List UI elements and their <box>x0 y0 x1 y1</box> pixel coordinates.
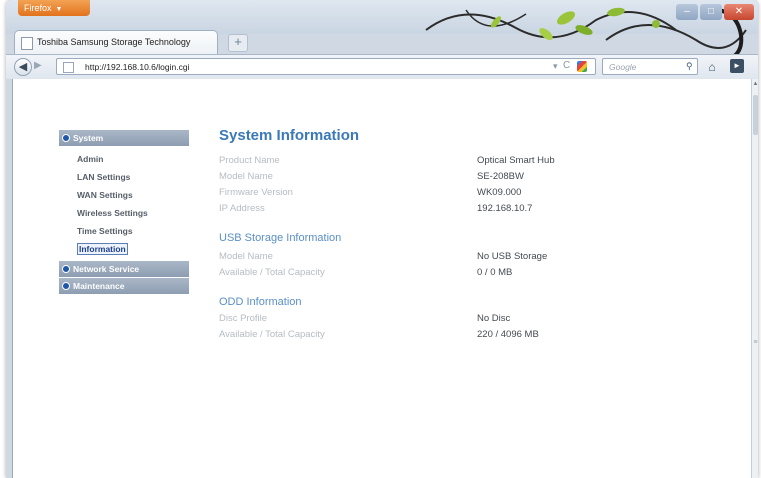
info-label: Product Name <box>219 155 280 166</box>
bullet-icon <box>62 282 70 290</box>
info-row-model-name: Model Name SE-208BW <box>219 169 739 185</box>
odd-row-capacity: Available / Total Capacity 220 / 4096 MB <box>219 327 739 343</box>
search-icon[interactable]: ⚲ <box>686 61 693 72</box>
usb-row-capacity: Available / Total Capacity 0 / 0 MB <box>219 265 739 281</box>
info-row-product-name: Product Name Optical Smart Hub <box>219 153 739 169</box>
firefox-menu-label: Firefox <box>24 3 52 13</box>
forward-button[interactable]: ▶ <box>34 60 42 71</box>
vertical-scrollbar[interactable]: ▲ ≡ <box>751 79 758 478</box>
bullet-icon <box>62 134 70 142</box>
sidebar-item-time-settings[interactable]: Time Settings <box>59 222 189 240</box>
search-bar[interactable]: Google ⚲ <box>602 58 698 75</box>
sidebar-item-lan-settings[interactable]: LAN Settings <box>59 168 189 186</box>
info-label: Model Name <box>219 251 273 262</box>
search-placeholder: Google <box>609 62 637 72</box>
main-panel: System Information Product Name Optical … <box>219 125 739 343</box>
section-label: Maintenance <box>73 281 125 291</box>
info-label: Available / Total Capacity <box>219 329 325 340</box>
info-value: SE-208BW <box>477 171 524 182</box>
search-engine-icon[interactable] <box>577 61 587 72</box>
back-button[interactable]: ◀ <box>14 58 32 76</box>
info-value: WK09.000 <box>477 187 522 198</box>
bullet-icon <box>62 265 70 273</box>
new-tab-button[interactable]: + <box>228 34 248 52</box>
scroll-grip-icon: ≡ <box>753 339 758 346</box>
url-text[interactable]: http://192.168.10.6/login.cgi <box>85 62 189 72</box>
scroll-up-arrow-icon[interactable]: ▲ <box>752 81 758 87</box>
tab-title: Toshiba Samsung Storage Technology <box>37 37 191 47</box>
bottom-fade <box>13 409 751 478</box>
info-value: No Disc <box>477 313 511 324</box>
close-button[interactable]: ✕ <box>724 4 754 20</box>
info-value: 220 / 4096 MB <box>477 329 539 340</box>
addon-icon[interactable]: ► <box>730 59 744 73</box>
section-label: System <box>73 133 104 143</box>
page-title: System Information <box>219 127 360 144</box>
odd-section-title: ODD Information <box>219 296 302 308</box>
info-label: Firmware Version <box>219 187 293 198</box>
sidebar-item-wan-settings[interactable]: WAN Settings <box>59 186 189 204</box>
reload-icon[interactable]: C <box>563 60 570 71</box>
browser-window: Firefox ▼ – □ ✕ Toshiba Samsung Storage T… <box>6 0 758 478</box>
chevron-down-icon: ▼ <box>55 6 63 13</box>
minimize-button[interactable]: – <box>676 4 698 20</box>
scroll-thumb[interactable] <box>753 95 758 135</box>
system-submenu: Admin LAN Settings WAN Settings Wireless… <box>59 147 189 261</box>
navigation-toolbar: ◀ ▶ http://192.168.10.6/login.cgi ▾ C Go… <box>6 54 758 79</box>
maximize-button[interactable]: □ <box>700 4 722 20</box>
home-icon[interactable]: ⌂ <box>704 59 720 75</box>
sidebar-section-system[interactable]: System <box>59 130 189 146</box>
sidebar-item-wireless-settings[interactable]: Wireless Settings <box>59 204 189 222</box>
info-value: 0 / 0 MB <box>477 267 513 278</box>
usb-row-model-name: Model Name No USB Storage <box>219 249 739 265</box>
odd-row-disc-profile: Disc Profile No Disc <box>219 311 739 327</box>
info-label: Model Name <box>219 171 273 182</box>
info-value: Optical Smart Hub <box>477 155 555 166</box>
browser-tab[interactable]: Toshiba Samsung Storage Technology <box>14 30 218 54</box>
info-row-ip-address: IP Address 192.168.10.7 <box>219 201 739 217</box>
sidebar-item-admin[interactable]: Admin <box>59 150 189 168</box>
info-value: 192.168.10.7 <box>477 203 533 214</box>
site-identity-icon[interactable] <box>63 62 74 73</box>
page-content: System Admin LAN Settings WAN Settings W… <box>12 79 751 478</box>
info-label: Disc Profile <box>219 313 268 324</box>
sidebar-section-maintenance[interactable]: Maintenance <box>59 278 189 294</box>
dropdown-icon[interactable]: ▾ <box>553 61 558 72</box>
page-icon <box>21 37 33 50</box>
info-label: IP Address <box>219 203 265 214</box>
sidebar-menu: System Admin LAN Settings WAN Settings W… <box>59 130 189 295</box>
section-label: Network Service <box>73 264 140 274</box>
firefox-menu-button[interactable]: Firefox ▼ <box>18 0 90 16</box>
sidebar-section-network-service[interactable]: Network Service <box>59 261 189 277</box>
info-value: No USB Storage <box>477 251 548 262</box>
usb-section-title: USB Storage Information <box>219 232 342 244</box>
sidebar-item-information[interactable]: Information <box>59 240 189 258</box>
address-bar[interactable]: http://192.168.10.6/login.cgi ▾ C <box>56 58 596 75</box>
info-label: Available / Total Capacity <box>219 267 325 278</box>
info-row-firmware-version: Firmware Version WK09.000 <box>219 185 739 201</box>
